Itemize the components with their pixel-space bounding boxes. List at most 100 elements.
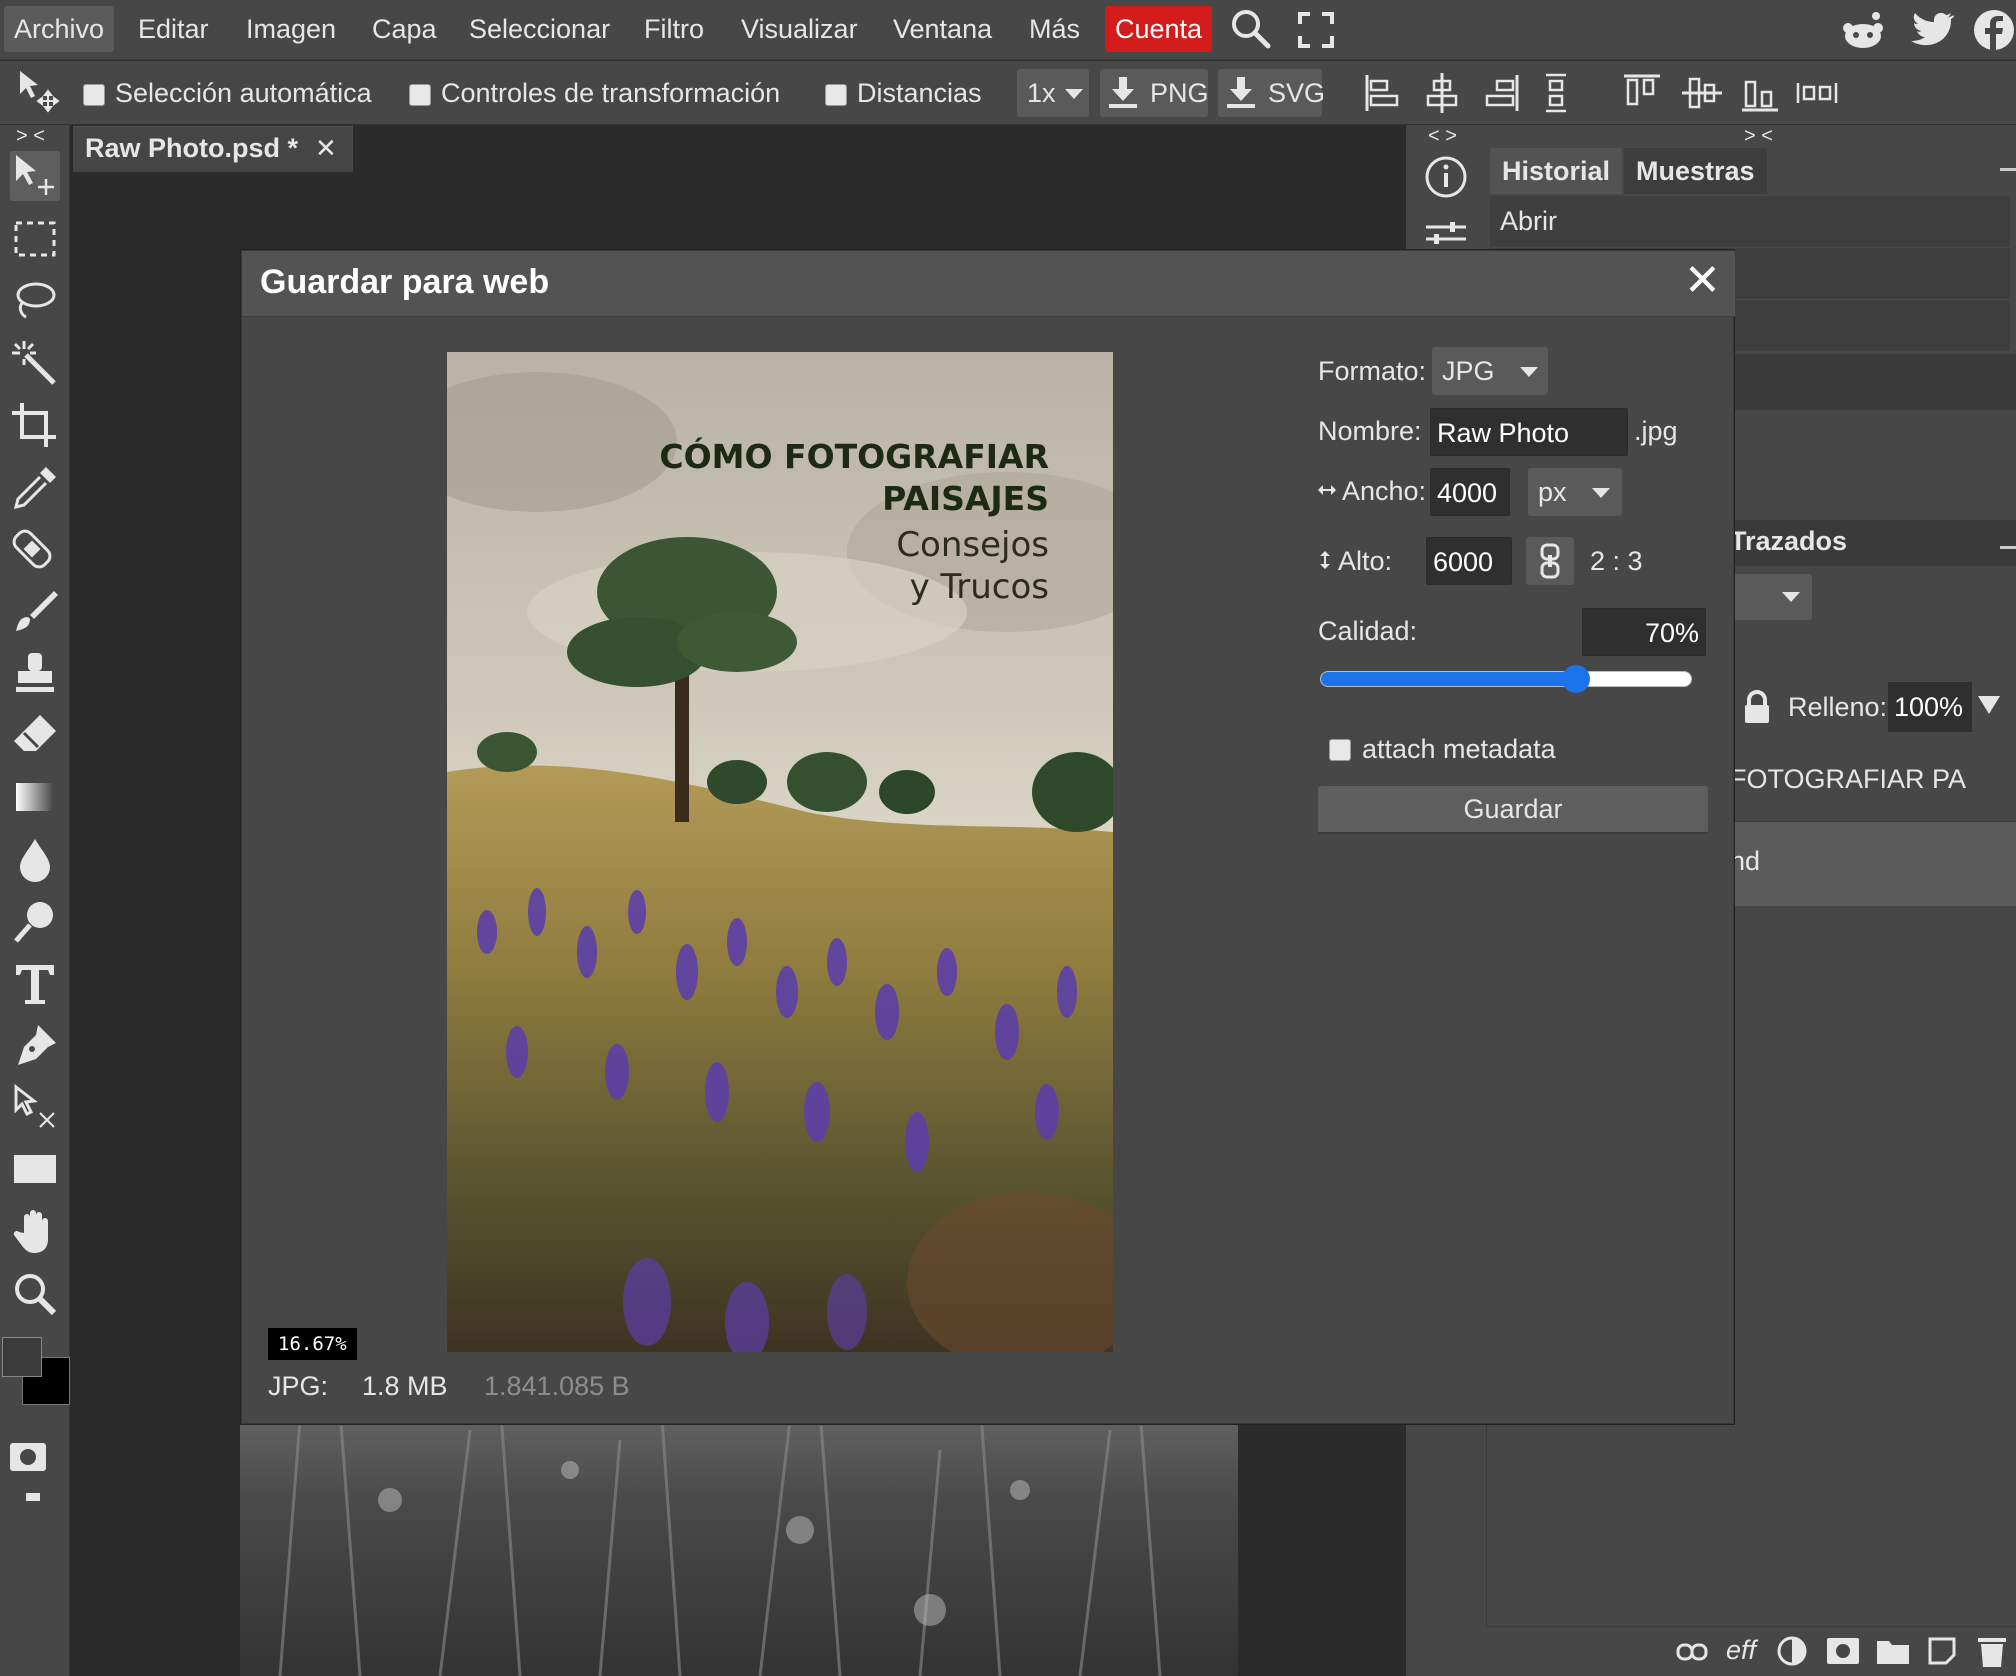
align-top-icon[interactable] <box>1622 73 1662 113</box>
folder-icon[interactable] <box>1876 1637 1910 1665</box>
align-bottom-icon[interactable] <box>1740 73 1780 113</box>
collapse-toggle[interactable]: > < <box>16 125 45 148</box>
menu-imagen[interactable]: Imagen <box>236 6 346 52</box>
auto-select-checkbox[interactable] <box>83 84 105 106</box>
new-layer-icon[interactable] <box>1926 1635 1958 1667</box>
name-input[interactable]: Raw Photo <box>1430 408 1628 456</box>
gradient-icon <box>16 783 54 811</box>
reddit-icon[interactable] <box>1840 8 1886 52</box>
width-input[interactable]: 4000 <box>1430 468 1510 516</box>
tab-historial[interactable]: Historial <box>1490 148 1623 194</box>
blur-tool[interactable] <box>10 835 60 885</box>
stamp-tool[interactable] <box>10 649 60 699</box>
align-right-icon[interactable] <box>1484 73 1520 113</box>
fill-input[interactable]: 100% <box>1888 682 1972 732</box>
menu-seleccionar[interactable]: Seleccionar <box>459 6 620 52</box>
brush-tool[interactable] <box>10 587 60 637</box>
unit-select[interactable]: px <box>1528 468 1622 516</box>
account-button[interactable]: Cuenta <box>1105 6 1213 52</box>
tab-muestras[interactable]: Muestras <box>1624 148 1767 194</box>
align-middle-icon[interactable] <box>1682 73 1722 113</box>
format-select[interactable]: JPG <box>1432 347 1548 395</box>
constrain-proportions-button[interactable] <box>1526 537 1574 585</box>
dodge-tool[interactable] <box>10 897 60 947</box>
eraser-icon <box>14 715 56 751</box>
hand-icon <box>13 1210 48 1253</box>
tab-trazados[interactable]: Trazados <box>1730 526 1847 557</box>
shape-tool[interactable] <box>10 1145 60 1195</box>
file-size: 1.8 MB <box>362 1371 448 1401</box>
effects-icon[interactable]: eff <box>1726 1635 1756 1666</box>
history-item[interactable]: Abrir <box>1490 196 2010 246</box>
crop-tool[interactable] <box>10 401 60 451</box>
quick-mask-icon[interactable] <box>10 1443 46 1471</box>
menu-bar: Archivo Editar Imagen Capa Seleccionar F… <box>0 0 2016 60</box>
quality-slider[interactable] <box>1320 665 1692 693</box>
close-tab-icon[interactable]: ✕ <box>315 133 337 164</box>
height-input[interactable]: 6000 <box>1426 537 1512 585</box>
distribute-h-icon[interactable] <box>1540 73 1572 113</box>
menu-visualizar[interactable]: Visualizar <box>731 6 868 52</box>
quality-input[interactable]: 70% <box>1582 608 1706 656</box>
align-left-icon[interactable] <box>1364 73 1400 113</box>
scale-dropdown[interactable]: 1x <box>1017 69 1089 117</box>
menu-filtro[interactable]: Filtro <box>634 6 714 52</box>
menu-capa[interactable]: Capa <box>362 6 447 52</box>
facebook-icon[interactable] <box>1972 8 2016 52</box>
mask-icon[interactable] <box>1826 1637 1860 1665</box>
twitter-icon[interactable] <box>1910 10 1954 50</box>
bandage-icon <box>12 529 52 569</box>
healing-tool[interactable] <box>10 525 60 575</box>
save-button[interactable]: Guardar <box>1318 786 1708 834</box>
distribute-v-icon[interactable] <box>1796 75 1838 111</box>
gradient-tool[interactable] <box>10 773 60 823</box>
width-label: Ancho: <box>1342 476 1427 506</box>
info-icon[interactable] <box>1424 155 1468 199</box>
zoom-tool[interactable] <box>10 1269 60 1319</box>
marquee-tool[interactable] <box>10 215 60 265</box>
fullscreen-icon[interactable] <box>1296 10 1336 50</box>
eraser-tool[interactable] <box>10 711 60 761</box>
search-icon[interactable] <box>1228 6 1274 52</box>
menu-editar[interactable]: Editar <box>128 6 219 52</box>
lasso-tool[interactable] <box>10 277 60 327</box>
png-label: PNG <box>1150 78 1209 108</box>
align-center-h-icon[interactable] <box>1424 73 1460 113</box>
svg-label: SVG <box>1268 78 1326 108</box>
layers-footer: eff <box>1486 1626 2016 1676</box>
menu-mas[interactable]: Más <box>1019 6 1090 52</box>
attach-metadata-checkbox[interactable] <box>1329 739 1351 761</box>
transform-controls-checkbox[interactable] <box>409 84 431 106</box>
move-tool[interactable] <box>10 151 60 201</box>
layer-row-background[interactable]: nd <box>1730 822 2016 906</box>
adjustments-icon[interactable] <box>1424 219 1468 249</box>
blend-mode-dropdown[interactable] <box>1730 574 1812 620</box>
screen-mode-icon[interactable] <box>26 1493 40 1501</box>
hand-tool[interactable] <box>10 1207 60 1257</box>
link-icon[interactable] <box>1676 1641 1708 1663</box>
menu-ventana[interactable]: Ventana <box>883 6 1002 52</box>
export-png-button[interactable]: PNG <box>1100 69 1209 117</box>
magic-wand-tool[interactable] <box>10 339 60 389</box>
adjustment-layer-icon[interactable] <box>1776 1635 1808 1667</box>
lock-icon[interactable] <box>1742 690 1772 724</box>
foreground-color-swatch[interactable] <box>2 1337 42 1377</box>
text-tool[interactable] <box>10 959 60 1009</box>
path-select-tool[interactable] <box>10 1083 60 1133</box>
pen-tool[interactable] <box>10 1021 60 1071</box>
eyedropper-tool[interactable] <box>10 463 60 513</box>
panel-menu-icon[interactable] <box>2000 168 2016 171</box>
menu-archivo[interactable]: Archivo <box>4 6 115 52</box>
layer-row-text[interactable]: FOTOGRAFIAR PA <box>1730 740 2016 822</box>
export-svg-button[interactable]: SVG <box>1218 69 1326 117</box>
collapse-toggle-mid[interactable]: < > <box>1428 125 1457 148</box>
preview-title: CÓMO FOTOGRAFIAR PAISAJES <box>659 436 1049 520</box>
trash-icon[interactable] <box>1976 1633 2008 1669</box>
close-dialog-icon[interactable]: ✕ <box>1684 255 1721 306</box>
document-tab[interactable]: Raw Photo.psd * ✕ <box>73 126 353 172</box>
quality-slider-thumb[interactable] <box>1562 665 1590 693</box>
panel-menu-icon[interactable] <box>2000 546 2016 549</box>
fill-dropdown-icon[interactable] <box>1978 696 2000 714</box>
distances-checkbox[interactable] <box>825 84 847 106</box>
collapse-toggle-right[interactable]: > < <box>1744 125 1773 148</box>
